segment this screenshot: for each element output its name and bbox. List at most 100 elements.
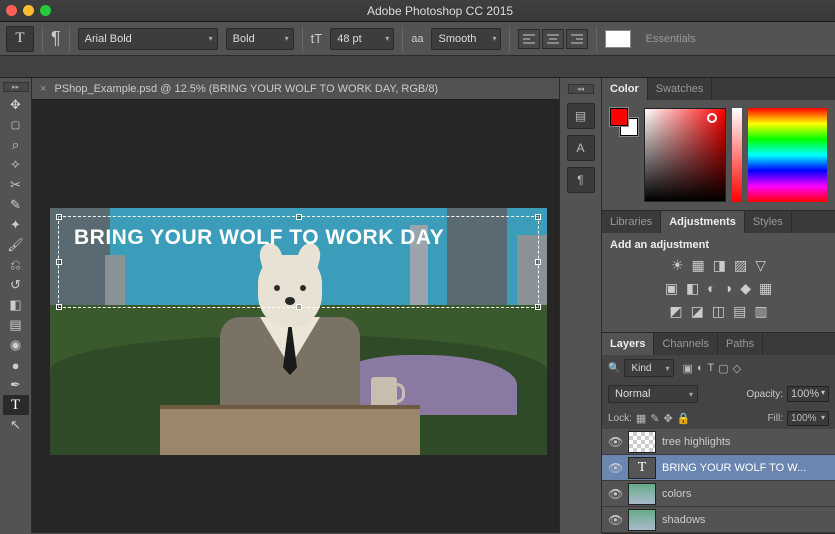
layer-filter-kind[interactable]: Kind bbox=[624, 359, 674, 377]
transform-handle[interactable] bbox=[56, 259, 62, 265]
tab-color[interactable]: Color bbox=[602, 78, 648, 100]
align-right-button[interactable] bbox=[566, 29, 588, 49]
layer-filter-icon[interactable]: T bbox=[708, 362, 715, 375]
gradient-tool[interactable]: ▤ bbox=[3, 315, 29, 335]
adjustment-icon[interactable]: ▣ bbox=[665, 280, 678, 297]
layer-filter-icon[interactable]: ▢ bbox=[718, 362, 728, 375]
layer-row[interactable]: 👁 colors bbox=[602, 481, 835, 507]
fill-input[interactable]: 100%▾ bbox=[787, 411, 829, 426]
current-tool-indicator[interactable]: T bbox=[6, 26, 34, 52]
layer-filter-icon[interactable]: ◇ bbox=[733, 362, 741, 375]
tools-expand-button[interactable]: ▸▸ bbox=[3, 82, 29, 92]
workspace-label[interactable]: Essentials bbox=[645, 33, 695, 45]
align-left-button[interactable] bbox=[518, 29, 540, 49]
tab-styles[interactable]: Styles bbox=[745, 211, 792, 233]
eraser-tool[interactable]: ◧ bbox=[3, 295, 29, 315]
layer-visibility-icon[interactable]: 👁 bbox=[608, 513, 622, 527]
layer-name[interactable]: tree highlights bbox=[662, 436, 829, 448]
tab-libraries[interactable]: Libraries bbox=[602, 211, 661, 233]
pen-tool[interactable]: ✒ bbox=[3, 375, 29, 395]
transform-handle[interactable] bbox=[535, 304, 541, 310]
adjustment-icon[interactable]: ▽ bbox=[755, 257, 766, 274]
opacity-input[interactable]: 100%▾ bbox=[787, 386, 829, 402]
transform-bounding-box[interactable] bbox=[58, 216, 539, 308]
history-brush-tool[interactable]: ↺ bbox=[3, 275, 29, 295]
adjustment-icon[interactable]: ▦ bbox=[759, 280, 772, 297]
marquee-tool[interactable]: ▢ bbox=[3, 115, 29, 135]
tab-paths[interactable]: Paths bbox=[718, 333, 763, 355]
hue-slider[interactable] bbox=[748, 108, 828, 202]
adjustment-icon[interactable]: ◑ bbox=[724, 280, 732, 297]
tab-layers[interactable]: Layers bbox=[602, 333, 654, 355]
zoom-window-button[interactable] bbox=[40, 5, 51, 16]
adjustment-icon[interactable]: ◪ bbox=[691, 303, 704, 320]
close-tab-icon[interactable]: × bbox=[40, 83, 46, 95]
adjustment-icon[interactable]: ▨ bbox=[734, 257, 747, 274]
lock-icon[interactable]: ✎ bbox=[650, 412, 659, 425]
layer-filter-icon[interactable]: ◐ bbox=[697, 362, 704, 375]
adjustment-icon[interactable]: ◩ bbox=[669, 303, 682, 320]
stamp-tool[interactable]: ⎌ bbox=[3, 255, 29, 275]
layer-name[interactable]: colors bbox=[662, 488, 829, 500]
blend-mode-dropdown[interactable]: Normal bbox=[608, 385, 698, 403]
healing-brush-tool[interactable]: ✦ bbox=[3, 215, 29, 235]
transform-handle[interactable] bbox=[535, 214, 541, 220]
adjustment-icon[interactable]: ◨ bbox=[713, 257, 726, 274]
eyedropper-tool[interactable]: ✎ bbox=[3, 195, 29, 215]
transform-handle[interactable] bbox=[296, 214, 302, 220]
adjustment-icon[interactable]: ◐ bbox=[707, 280, 715, 297]
layer-visibility-icon[interactable]: 👁 bbox=[608, 435, 622, 449]
document-tab[interactable]: × PShop_Example.psd @ 12.5% (BRING YOUR … bbox=[32, 78, 559, 100]
font-family-dropdown[interactable]: Arial Bold bbox=[78, 28, 218, 50]
close-window-button[interactable] bbox=[6, 5, 17, 16]
brush-tool[interactable]: 🖌 bbox=[3, 235, 29, 255]
adjustment-icon[interactable]: ▦ bbox=[692, 257, 705, 274]
layer-visibility-icon[interactable]: 👁 bbox=[608, 487, 622, 501]
tab-adjustments[interactable]: Adjustments bbox=[661, 211, 745, 233]
layer-thumbnail[interactable]: T bbox=[628, 457, 656, 479]
lock-icon[interactable]: 🔒 bbox=[677, 412, 691, 425]
character-panel-icon[interactable]: A bbox=[567, 135, 595, 161]
layer-thumbnail[interactable] bbox=[628, 509, 656, 531]
tab-channels[interactable]: Channels bbox=[654, 333, 717, 355]
transform-handle[interactable] bbox=[535, 259, 541, 265]
lock-icon[interactable]: ✥ bbox=[664, 412, 673, 425]
transform-handle[interactable] bbox=[56, 304, 62, 310]
adjustment-icon[interactable]: ◧ bbox=[686, 280, 699, 297]
history-panel-icon[interactable]: ▤ bbox=[567, 103, 595, 129]
layer-name[interactable]: shadows bbox=[662, 514, 829, 526]
color-field[interactable] bbox=[644, 108, 726, 202]
layer-row[interactable]: 👁 tree highlights bbox=[602, 429, 835, 455]
transform-handle[interactable] bbox=[56, 214, 62, 220]
foreground-color[interactable] bbox=[610, 108, 628, 126]
dodge-tool[interactable]: ● bbox=[3, 355, 29, 375]
dock-expand-button[interactable]: ◂◂ bbox=[568, 84, 594, 94]
layer-thumbnail[interactable] bbox=[628, 431, 656, 453]
adjustment-icon[interactable]: ▥ bbox=[754, 303, 767, 320]
layer-filter-icon[interactable]: ▣ bbox=[682, 362, 692, 375]
saturation-slider[interactable] bbox=[732, 108, 742, 202]
transform-handle[interactable] bbox=[296, 304, 302, 310]
type-tool[interactable]: T bbox=[3, 395, 29, 415]
layer-visibility-icon[interactable]: 👁 bbox=[608, 461, 622, 475]
adjustment-icon[interactable]: ☀ bbox=[671, 257, 684, 274]
minimize-window-button[interactable] bbox=[23, 5, 34, 16]
blur-tool[interactable]: ◉ bbox=[3, 335, 29, 355]
paragraph-direction-icon[interactable]: ¶ bbox=[51, 28, 61, 49]
lasso-tool[interactable]: ⌕ bbox=[3, 135, 29, 155]
text-color-swatch[interactable] bbox=[605, 30, 631, 48]
fgbg-swatches[interactable] bbox=[610, 108, 638, 136]
canvas[interactable]: BRING YOUR WOLF TO WORK DAY bbox=[50, 208, 547, 455]
paragraph-panel-icon[interactable]: ¶ bbox=[567, 167, 595, 193]
magic-wand-tool[interactable]: ✧ bbox=[3, 155, 29, 175]
tab-swatches[interactable]: Swatches bbox=[648, 78, 713, 100]
adjustment-icon[interactable]: ▤ bbox=[733, 303, 746, 320]
adjustment-icon[interactable]: ◫ bbox=[712, 303, 725, 320]
color-picker-indicator[interactable] bbox=[707, 113, 717, 123]
adjustment-icon[interactable]: ◆ bbox=[740, 280, 751, 297]
layer-name[interactable]: BRING YOUR WOLF TO W... bbox=[662, 462, 829, 474]
layer-row[interactable]: 👁 T BRING YOUR WOLF TO W... bbox=[602, 455, 835, 481]
layer-thumbnail[interactable] bbox=[628, 483, 656, 505]
antialias-dropdown[interactable]: Smooth bbox=[431, 28, 501, 50]
layer-row[interactable]: 👁 shadows bbox=[602, 507, 835, 533]
